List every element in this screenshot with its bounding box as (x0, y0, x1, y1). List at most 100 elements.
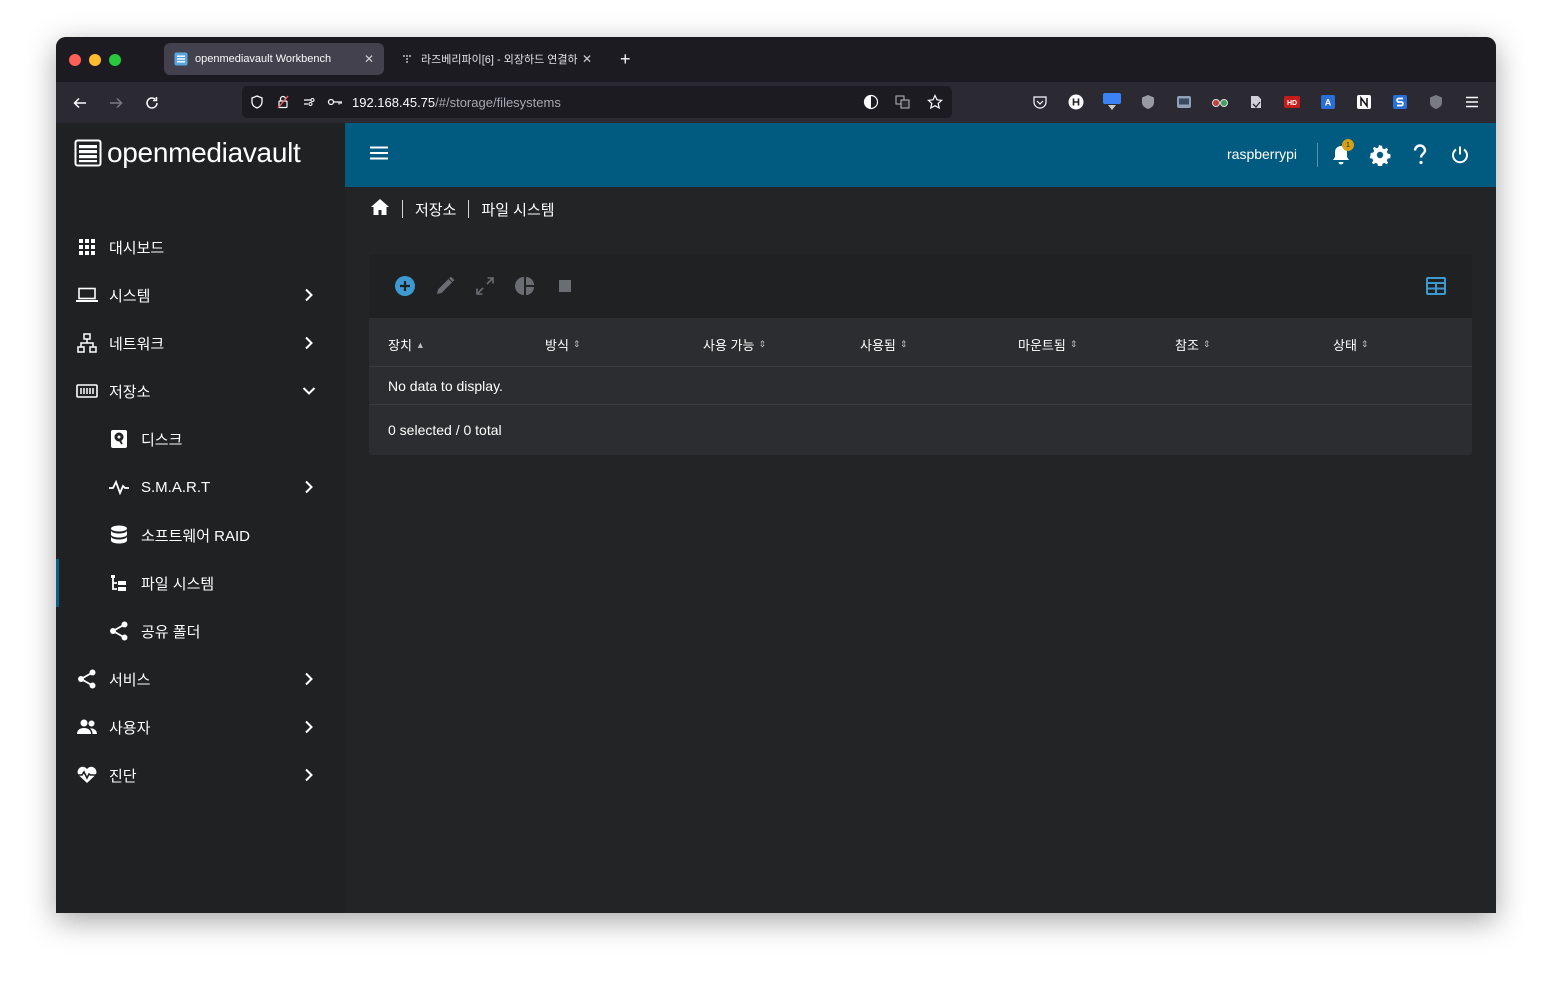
heart-pulse-icon (76, 764, 98, 786)
browser-tab-inactive[interactable]: 라즈베리파이[6] - 외장하드 연결하기 ✕ (390, 43, 602, 75)
url-bar[interactable]: 192.168.45.75/#/storage/filesystems (242, 86, 952, 118)
resize-button[interactable] (474, 275, 496, 297)
insecure-lock-icon[interactable] (272, 91, 294, 113)
hostname-label: raspberrypi (1227, 146, 1298, 162)
wz-extension-icon[interactable] (1102, 92, 1122, 112)
column-header-referenced[interactable]: 참조 ⇕ (1175, 335, 1210, 354)
power-button[interactable] (1448, 143, 1472, 167)
column-label: 장치 (388, 338, 412, 353)
reader-extension-icon[interactable] (1246, 92, 1266, 112)
notifications-button[interactable]: 1 (1329, 139, 1354, 167)
database-icon (108, 524, 130, 546)
sidebar-item-file-systems[interactable]: 파일 시스템 (56, 559, 345, 607)
table-footer-divider (369, 404, 1472, 405)
sidebar: openmediavault 대시보드 시스템 네트워크 저장소 디스크 S.M… (56, 123, 345, 913)
sort-icon: ⇕ (899, 339, 908, 349)
screenshot-extension-icon[interactable] (1174, 92, 1194, 112)
glasses-extension-icon[interactable] (1210, 92, 1230, 112)
url-host: 192.168.45.75 (352, 94, 436, 110)
sidebar-item-label: 디스크 (141, 431, 183, 449)
zoom-window-button[interactable] (109, 54, 121, 66)
new-tab-button[interactable]: + (620, 49, 631, 69)
tab-close-icon[interactable]: ✕ (578, 52, 596, 66)
sidebar-item-label: 소프트웨어 RAID (141, 527, 251, 545)
add-button[interactable] (394, 275, 416, 297)
close-window-button[interactable] (69, 54, 81, 66)
column-header-mounted[interactable]: 마운트됨 ⇕ (1018, 335, 1077, 354)
empty-table-message: No data to display. (388, 378, 503, 394)
sidebar-item-storage[interactable]: 저장소 (56, 367, 345, 415)
bookmark-star-icon[interactable] (924, 91, 946, 113)
share-icon (76, 668, 98, 690)
tab-close-icon[interactable]: ✕ (360, 52, 378, 66)
sidebar-item-diagnostics[interactable]: 진단 (56, 751, 345, 799)
column-label: 상태 (1333, 338, 1357, 353)
privacy-shield-icon[interactable] (1138, 92, 1158, 112)
help-button[interactable] (1408, 143, 1432, 167)
s-extension-icon[interactable] (1390, 92, 1410, 112)
breadcrumb-file-systems: 파일 시스템 (481, 201, 555, 219)
key-icon[interactable] (324, 91, 346, 113)
breadcrumb: 저장소 파일 시스템 (370, 198, 555, 220)
column-header-available[interactable]: 사용 가능 ⇕ (703, 335, 766, 354)
filesystems-table-card: 장치 ▲ 방식 ⇕ 사용 가능 ⇕ 사용됨 ⇕ 마운트됨 ⇕ 참조 ⇕ 상태 ⇕… (369, 254, 1472, 455)
hd-extension-icon[interactable]: HD (1282, 92, 1302, 112)
translate-extension-icon[interactable]: A (1318, 92, 1338, 112)
sort-icon: ⇕ (1202, 339, 1211, 349)
sort-icon: ⇕ (758, 339, 766, 349)
home-icon[interactable] (370, 198, 390, 220)
minimize-window-button[interactable] (89, 54, 101, 66)
sort-icon: ⇕ (1069, 339, 1078, 349)
sidebar-item-network[interactable]: 네트워크 (56, 319, 345, 367)
quota-button[interactable] (514, 275, 536, 297)
column-toggle-button[interactable] (1425, 275, 1447, 297)
sidebar-item-system[interactable]: 시스템 (56, 271, 345, 319)
url-path: /#/storage/filesystems (435, 94, 561, 110)
breadcrumb-storage[interactable]: 저장소 (415, 199, 456, 220)
notion-icon[interactable] (1354, 92, 1374, 112)
browser-window: openmediavault Workbench ✕ 라즈베리파이[6] - 외… (56, 37, 1496, 913)
browser-menu-icon[interactable] (1462, 92, 1482, 112)
breadcrumb-separator (402, 200, 403, 218)
sidebar-item-label: 시스템 (109, 287, 151, 305)
pocket-icon[interactable] (1030, 92, 1050, 112)
sidebar-item-label: 대시보드 (109, 239, 165, 257)
sidebar-item-services[interactable]: 서비스 (56, 655, 345, 703)
column-header-type[interactable]: 방식 ⇕ (545, 335, 580, 354)
back-arrow-icon[interactable] (69, 92, 91, 114)
edit-button[interactable] (434, 275, 456, 297)
dashboard-icon (76, 236, 98, 258)
table-header: 장치 ▲ 방식 ⇕ 사용 가능 ⇕ 사용됨 ⇕ 마운트됨 ⇕ 참조 ⇕ 상태 ⇕ (369, 318, 1472, 367)
pencil-icon (437, 276, 455, 294)
sidebar-item-dashboard[interactable]: 대시보드 (56, 223, 345, 271)
brand[interactable]: openmediavault (74, 137, 301, 169)
stop-button[interactable] (554, 275, 576, 297)
reader-mode-icon[interactable] (860, 91, 882, 113)
omv-app: openmediavault 대시보드 시스템 네트워크 저장소 디스크 S.M… (56, 123, 1496, 913)
reload-icon[interactable] (141, 92, 163, 114)
permissions-icon[interactable] (298, 91, 320, 113)
shield-icon[interactable] (246, 91, 268, 113)
topbar-divider (1317, 143, 1318, 167)
sidebar-item-disks[interactable]: 디스크 (56, 415, 345, 463)
omv-favicon-icon (174, 52, 188, 66)
translate-icon[interactable] (892, 91, 914, 113)
svg-text:HD: HD (1287, 100, 1297, 107)
column-header-device[interactable]: 장치 ▲ (388, 335, 425, 354)
browser-tab-active[interactable]: openmediavault Workbench ✕ (164, 43, 384, 75)
sidebar-item-smart[interactable]: S.M.A.R.T (56, 463, 345, 511)
sidebar-item-shared-folders[interactable]: 공유 폴더 (56, 607, 345, 655)
forward-arrow-icon[interactable] (105, 92, 127, 114)
column-header-status[interactable]: 상태 ⇕ (1333, 335, 1368, 354)
question-mark-icon (1413, 144, 1427, 165)
sidebar-item-users[interactable]: 사용자 (56, 703, 345, 751)
sidebar-item-label: 공유 폴더 (141, 623, 201, 641)
sidebar-item-label: 서비스 (109, 671, 151, 689)
sort-icon: ⇕ (572, 339, 581, 349)
hamburger-menu-icon[interactable] (369, 145, 391, 165)
column-header-used[interactable]: 사용됨 ⇕ (860, 335, 907, 354)
settings-button[interactable] (1368, 143, 1392, 167)
h-extension-icon[interactable] (1066, 92, 1086, 112)
sidebar-item-software-raid[interactable]: 소프트웨어 RAID (56, 511, 345, 559)
shield-extension-icon[interactable] (1426, 92, 1446, 112)
